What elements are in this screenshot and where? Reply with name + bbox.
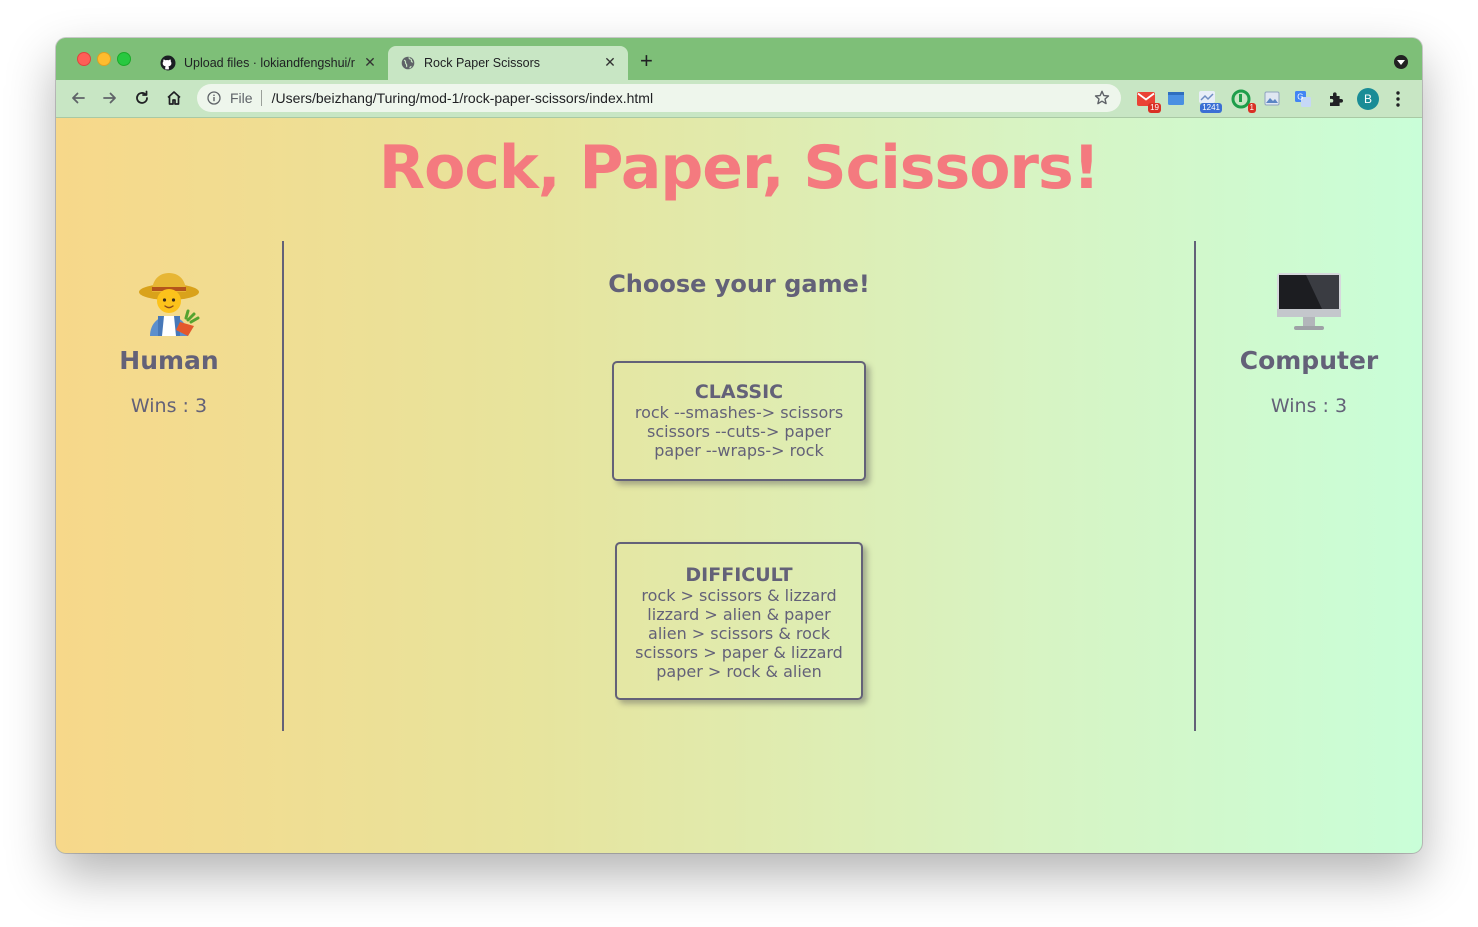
computer-name: Computer [1239,346,1379,375]
computer-wins: Wins : 3 [1270,395,1348,417]
url-text[interactable]: /Users/beizhang/Turing/mod-1/rock-paper-… [272,90,654,106]
counter-extension-icon[interactable]: 1241 [1197,89,1222,113]
game-rule: rock --smashes-> scissors [634,403,844,422]
tab-title: Upload files · lokiandfengshui/r [184,56,355,70]
profile-avatar[interactable]: B [1357,88,1379,110]
address-bar[interactable]: File /Users/beizhang/Turing/mod-1/rock-p… [197,84,1121,112]
new-tab-button[interactable]: + [640,50,653,72]
game-title: CLASSIC [694,381,784,403]
image-extension-icon[interactable] [1262,89,1282,109]
close-icon[interactable]: ✕ [602,54,618,71]
zoom-window-button[interactable] [117,52,131,66]
human-name: Human [119,346,219,375]
choose-prompt: Choose your game! [608,270,870,298]
reload-icon [136,90,148,104]
extension-badge: 1 [1247,103,1256,113]
game-rule: lizzard > alien & paper [647,605,831,624]
more-menu-icon[interactable] [1394,90,1402,108]
game-rule: paper > rock & alien [656,662,822,681]
translate-extension-icon[interactable]: G [1293,89,1313,109]
browser-toolbar: File /Users/beizhang/Turing/mod-1/rock-p… [56,80,1422,118]
home-icon [167,91,181,105]
human-panel: Human Wins : 3 [56,268,282,417]
browser-window: Upload files · lokiandfengshui/r ✕ Rock … [56,38,1422,853]
forward-button[interactable] [98,86,122,110]
computer-panel: Computer Wins : 3 [1196,268,1422,417]
tab-rock-paper-scissors[interactable]: Rock Paper Scissors ✕ [388,46,628,80]
globe-icon [400,55,416,71]
page-title: Rock, Paper, Scissors! [378,133,1100,203]
minimize-window-button[interactable] [97,52,111,66]
game-title: DIFFICULT [685,564,793,586]
window-extension-icon[interactable] [1166,89,1186,109]
extension-badge: 1241 [1200,103,1222,113]
scheme-separator [260,90,262,106]
extensions-puzzle-icon[interactable] [1326,89,1346,109]
game-rule: paper --wraps-> rock [654,441,824,460]
difficult-game-button[interactable]: DIFFICULT rock > scissors & lizzard lizz… [615,542,863,700]
bookmark-star-icon[interactable] [1093,89,1111,107]
extension-badge: 19 [1148,103,1161,113]
close-window-button[interactable] [77,52,91,66]
gmail-extension-icon[interactable]: 19 [1136,89,1161,113]
tab-strip: Upload files · lokiandfengshui/r ✕ Rock … [56,38,1422,80]
forward-arrow-icon [103,92,116,104]
game-rule: alien > scissors & rock [648,624,830,643]
game-rule: rock > scissors & lizzard [641,586,837,605]
back-arrow-icon [72,92,85,104]
tab-upload-files[interactable]: Upload files · lokiandfengshui/r ✕ [148,46,388,80]
game-rule: scissors --cuts-> paper [647,422,831,441]
url-scheme: File [230,90,253,106]
reload-button[interactable] [130,86,154,110]
close-icon[interactable]: ✕ [362,54,378,71]
game-rule: scissors > paper & lizzard [635,643,843,662]
svg-text:G: G [1297,93,1303,102]
desktop-computer-icon [1196,268,1422,338]
tab-title: Rock Paper Scissors [424,56,541,70]
tab-search-icon[interactable] [1394,55,1408,69]
game-page: Rock, Paper, Scissors! Human Wins: 3 Ch… [56,118,1422,853]
human-wins: Wins : 3 [130,395,208,417]
green-circle-extension-icon[interactable]: 1 [1231,89,1256,113]
info-icon[interactable] [207,91,221,105]
left-divider [282,241,284,731]
home-button[interactable] [162,86,186,110]
back-button[interactable] [66,86,90,110]
farmer-emoji-icon [56,268,282,338]
classic-game-button[interactable]: CLASSIC rock --smashes-> scissors scisso… [612,361,866,481]
github-icon [160,55,176,71]
